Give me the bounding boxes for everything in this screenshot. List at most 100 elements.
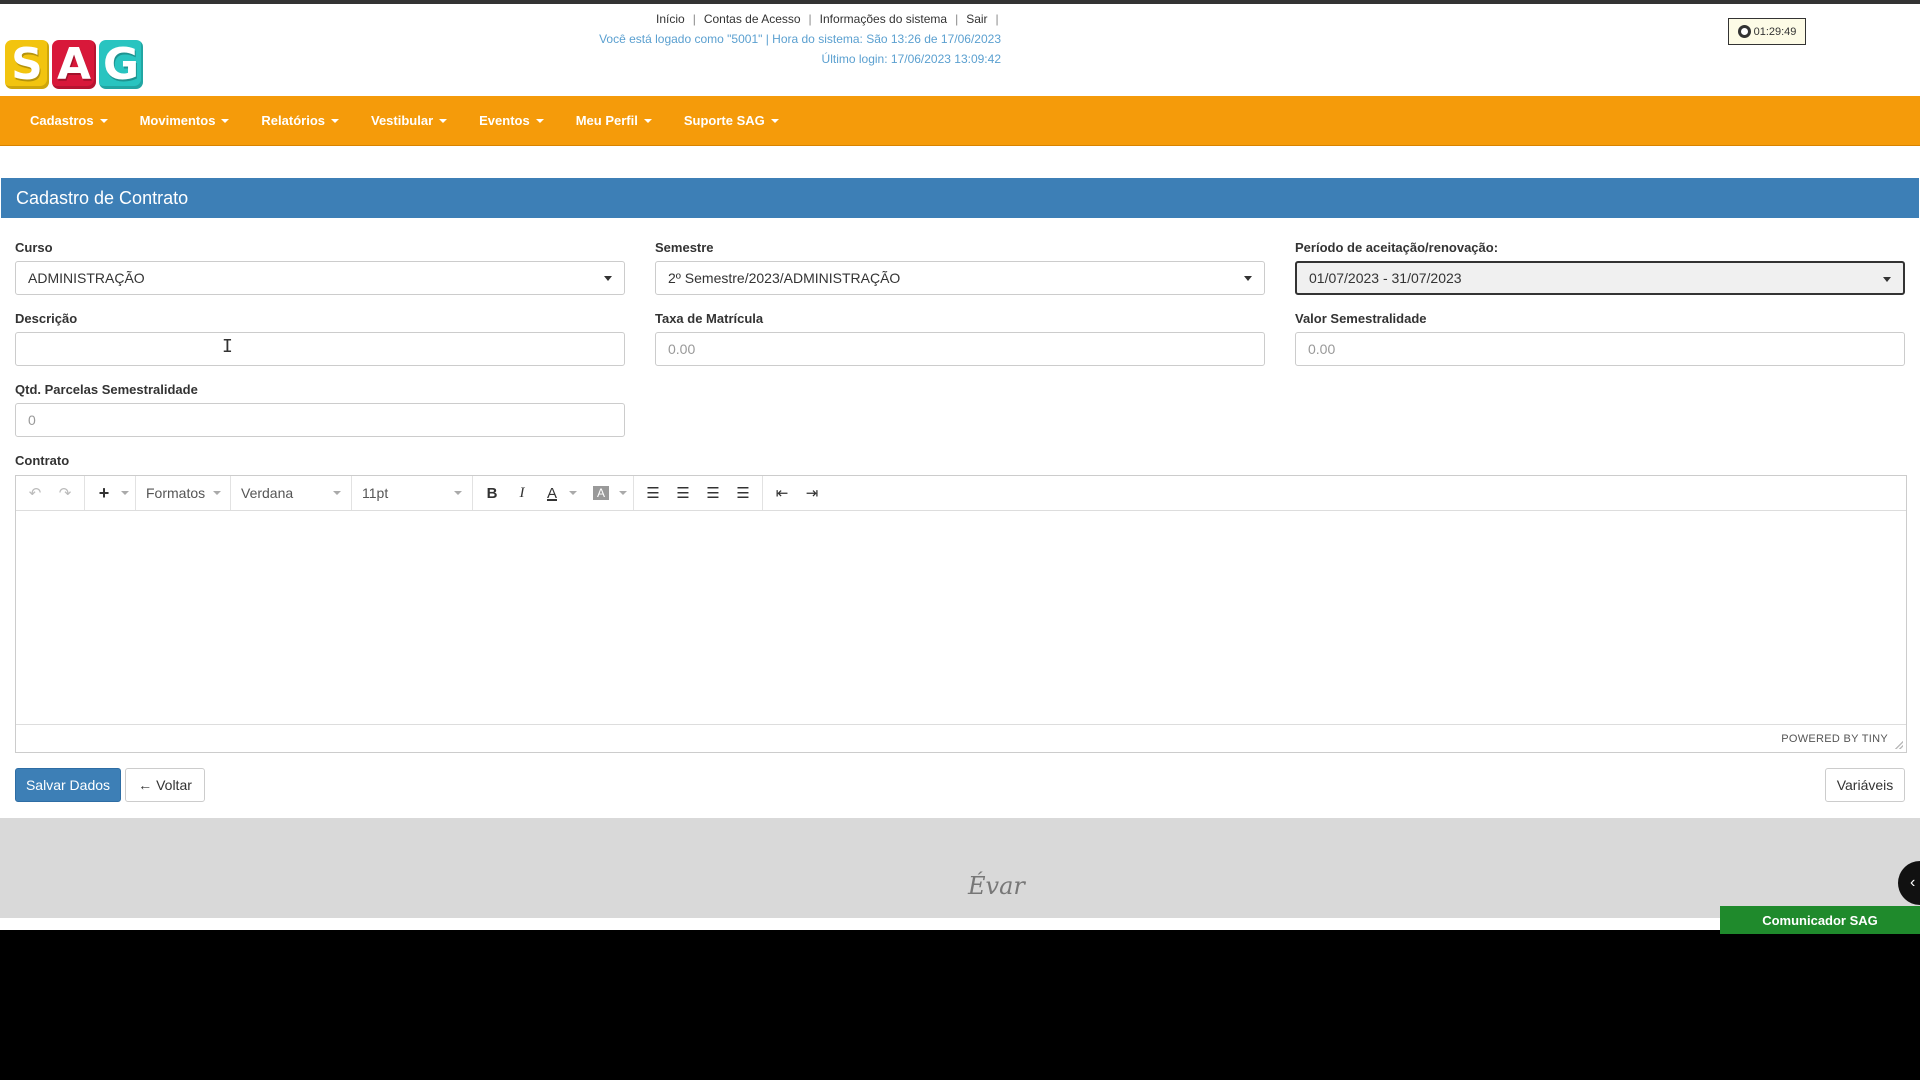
logo-letter-a: A <box>52 39 96 90</box>
align-justify-icon[interactable]: ☰ <box>730 484 756 502</box>
nav-suporte-sag[interactable]: Suporte SAG <box>668 113 795 128</box>
back-button[interactable]: ← Voltar <box>125 768 205 802</box>
indent-icon[interactable]: ⇥ <box>799 484 825 502</box>
sag-logo[interactable]: S A G <box>5 39 143 90</box>
curso-value: ADMINISTRAÇÃO <box>28 270 145 286</box>
nav-movimentos[interactable]: Movimentos <box>124 113 246 128</box>
dropdown-arrow-icon <box>1883 277 1891 282</box>
caret-down-icon <box>535 118 544 123</box>
qtd-parcelas-input[interactable]: 0 <box>15 403 625 437</box>
back-label: Voltar <box>156 777 192 793</box>
nav-cadastros[interactable]: Cadastros <box>14 113 124 128</box>
align-center-icon[interactable]: ☰ <box>670 484 696 502</box>
contrato-label: Contrato <box>15 453 70 468</box>
link-inicio[interactable]: Início <box>656 12 685 26</box>
top-links: Início | Contas de Acesso | Informações do s… <box>656 12 1007 26</box>
separator: | <box>955 12 959 26</box>
semestre-value: 2º Semestre/2023/ADMINISTRAÇÃO <box>668 270 901 286</box>
outdent-icon[interactable]: ⇤ <box>769 484 795 502</box>
nav-vestibular[interactable]: Vestibular <box>355 113 463 128</box>
indent-group: ⇤ ⇥ <box>763 476 831 510</box>
caret-down-icon <box>333 491 341 495</box>
valor-label: Valor Semestralidade <box>1295 311 1427 326</box>
periodo-value: 01/07/2023 - 31/07/2023 <box>1309 270 1462 286</box>
page-title: Cadastro de Contrato <box>1 178 1919 218</box>
nav-eventos[interactable]: Eventos <box>463 113 560 128</box>
curso-label: Curso <box>15 240 53 255</box>
logo-letter-s: S <box>5 39 49 90</box>
bold-button[interactable]: B <box>479 485 505 502</box>
parcelas-label: Qtd. Parcelas Semestralidade <box>15 382 198 397</box>
caret-down-icon <box>121 491 129 495</box>
link-sair[interactable]: Sair <box>966 12 987 26</box>
insert-group: + <box>85 476 136 510</box>
caret-down-icon <box>439 118 448 123</box>
separator: | <box>808 12 812 26</box>
caret-down-icon <box>331 118 339 123</box>
editor-statusbar: POWERED BY TINY <box>16 724 1906 752</box>
redo-icon[interactable]: ↷ <box>52 484 78 502</box>
nav-meu-perfil[interactable]: Meu Perfil <box>560 113 668 128</box>
separator: | <box>995 12 999 26</box>
font-size-dropdown[interactable]: 11pt <box>352 476 473 510</box>
clock-icon <box>1737 25 1751 38</box>
nav-label: Meu Perfil <box>575 113 638 128</box>
powered-by-tiny[interactable]: POWERED BY TINY <box>1781 733 1888 745</box>
nav-label: Movimentos <box>139 113 216 128</box>
caret-down-icon <box>643 118 652 123</box>
font-family-label: Verdana <box>241 485 294 501</box>
link-contas-de-acesso[interactable]: Contas de Acesso <box>704 12 801 26</box>
link-informacoes-do-sistema[interactable]: Informações do sistema <box>820 12 947 26</box>
caret-down-icon <box>454 491 462 495</box>
variables-button[interactable]: Variáveis <box>1825 768 1905 802</box>
dropdown-arrow-icon <box>604 276 612 281</box>
caret-down-icon <box>99 118 108 123</box>
dropdown-arrow-icon <box>1244 276 1252 281</box>
align-left-icon[interactable]: ☰ <box>640 484 666 502</box>
formats-label: Formatos <box>146 485 206 501</box>
session-time: 01:29:49 <box>1753 25 1797 38</box>
text-color-button[interactable]: A <box>539 485 565 502</box>
main-nav: Cadastros Movimentos Relatórios Vestibul… <box>0 96 1920 146</box>
nav-label: Relatórios <box>261 113 325 128</box>
style-group: B I A A <box>473 476 634 510</box>
font-family-dropdown[interactable]: Verdana <box>231 476 352 510</box>
nav-label: Eventos <box>479 113 530 128</box>
italic-button[interactable]: I <box>509 485 535 502</box>
save-button[interactable]: Salvar Dados <box>15 768 121 802</box>
nav-label: Cadastros <box>30 113 94 128</box>
curso-select[interactable]: ADMINISTRAÇÃO <box>15 261 625 295</box>
background-color-button[interactable]: A <box>593 486 609 500</box>
caret-down-icon <box>619 491 627 495</box>
resize-handle-icon[interactable] <box>1895 741 1903 749</box>
undo-icon[interactable]: ↶ <box>22 484 48 502</box>
logo-letter-g: G <box>99 39 143 90</box>
insert-plus-icon[interactable]: + <box>91 483 117 504</box>
semestre-select[interactable]: 2º Semestre/2023/ADMINISTRAÇÃO <box>655 261 1265 295</box>
logged-info: Você está logado como "5001" | Hora do s… <box>599 32 1001 46</box>
descricao-input[interactable] <box>15 332 625 366</box>
taxa-label: Taxa de Matrícula <box>655 311 764 326</box>
taxa-matricula-input[interactable]: 0.00 <box>655 332 1265 366</box>
editor-content-area[interactable] <box>16 511 1906 725</box>
nav-label: Suporte SAG <box>683 113 765 128</box>
formats-dropdown[interactable]: Formatos <box>136 476 231 510</box>
valor-semestralidade-input[interactable]: 0.00 <box>1295 332 1905 366</box>
nav-relatorios[interactable]: Relatórios <box>245 113 355 128</box>
caret-down-icon <box>213 491 222 495</box>
page: S A G Início | Contas de Acesso | Informaçõe… <box>0 0 1920 934</box>
contrato-editor: ↶ ↷ + Formatos Verdana 11pt B I A A ☰ ☰ … <box>15 475 1907 753</box>
semestre-label: Semestre <box>655 240 714 255</box>
history-group: ↶ ↷ <box>16 476 85 510</box>
footer-brand: Évar <box>968 872 1025 900</box>
text-cursor-icon: I <box>222 336 233 357</box>
caret-down-icon <box>770 118 779 123</box>
align-right-icon[interactable]: ☰ <box>700 484 726 502</box>
font-size-label: 11pt <box>362 485 389 501</box>
footer: Évar <box>0 818 1920 918</box>
comunicador-sag-button[interactable]: Comunicador SAG <box>1720 906 1920 934</box>
periodo-select[interactable]: 01/07/2023 - 31/07/2023 <box>1295 261 1905 295</box>
separator: | <box>692 12 696 26</box>
nav-label: Vestibular <box>371 113 434 128</box>
align-group: ☰ ☰ ☰ ☰ <box>634 476 763 510</box>
